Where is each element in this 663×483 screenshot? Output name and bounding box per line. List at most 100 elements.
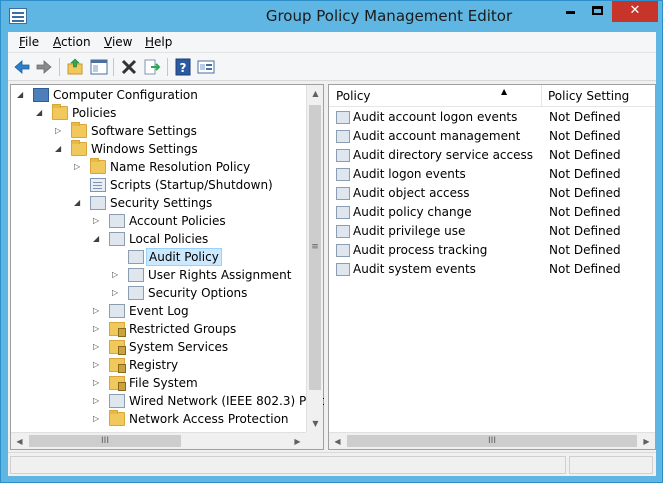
tree-item-label: Scripts (Startup/Shutdown) <box>110 178 273 192</box>
computer-icon <box>33 88 49 102</box>
policy-setting-value: Not Defined <box>549 224 621 238</box>
tree-item-label: File System <box>129 376 198 390</box>
policy-name: Audit policy change <box>353 205 472 219</box>
collapse-icon[interactable]: ◢ <box>74 199 82 207</box>
policy-icon <box>109 232 125 246</box>
menu-view[interactable]: View <box>104 35 132 49</box>
scroll-up-arrow-icon[interactable]: ▲ <box>307 85 324 102</box>
list-item[interactable]: Audit system events Not Defined <box>329 260 655 279</box>
collapse-icon[interactable]: ◢ <box>36 109 44 117</box>
tree-item-label: User Rights Assignment <box>148 268 292 282</box>
expand-icon[interactable]: ▷ <box>93 307 101 315</box>
list-item[interactable]: Audit privilege use Not Defined <box>329 222 655 241</box>
policy-icon <box>109 304 125 318</box>
list-item[interactable]: Audit account logon events Not Defined <box>329 108 655 127</box>
show-hide-console-tree-button[interactable] <box>89 57 109 77</box>
console-tree[interactable]: ◢ Computer Configuration ◢ Policies ▷ So… <box>10 84 337 450</box>
policy-setting-value: Not Defined <box>549 243 621 257</box>
tree-item-label: Software Settings <box>91 124 197 138</box>
properties-button[interactable] <box>196 57 216 77</box>
tree-item-label: Restricted Groups <box>129 322 237 336</box>
list-item[interactable]: Audit object access Not Defined <box>329 184 655 203</box>
back-button[interactable] <box>12 57 32 77</box>
scroll-grip-icon: ≡ <box>311 242 319 252</box>
expand-icon[interactable]: ▷ <box>93 325 101 333</box>
tree-scroll-thumb[interactable]: ≡ <box>309 105 321 390</box>
policy-setting-value: Not Defined <box>549 205 621 219</box>
export-list-button[interactable] <box>142 57 162 77</box>
tree-item-label: Registry <box>129 358 179 372</box>
results-pane[interactable]: Policy ▲ Policy Setting Audit account lo… <box>328 84 656 450</box>
collapse-icon[interactable]: ◢ <box>17 91 25 99</box>
expand-icon[interactable]: ▷ <box>112 271 120 279</box>
expand-icon[interactable]: ▷ <box>74 163 82 171</box>
column-header-policy[interactable]: Policy <box>336 89 371 103</box>
policy-icon <box>128 286 144 300</box>
minimize-icon <box>566 11 575 14</box>
close-button[interactable]: ✕ <box>612 1 658 22</box>
expand-icon[interactable]: ▷ <box>55 127 63 135</box>
column-divider[interactable] <box>541 85 542 107</box>
policy-name: Audit directory service access <box>353 148 534 162</box>
properties-icon <box>197 60 215 74</box>
scroll-down-arrow-icon[interactable]: ▼ <box>307 415 324 432</box>
scroll-left-arrow-icon[interactable]: ◀ <box>11 433 28 450</box>
list-item[interactable]: Audit policy change Not Defined <box>329 203 655 222</box>
up-one-level-button[interactable] <box>65 57 85 77</box>
tree-item-label: Windows Settings <box>91 142 198 156</box>
scroll-right-arrow-icon[interactable]: ▶ <box>289 433 306 450</box>
locked-folder-icon <box>109 358 126 373</box>
menu-file[interactable]: File <box>19 35 39 49</box>
tree-hscroll-thumb[interactable]: III <box>29 435 181 447</box>
expand-icon[interactable]: ▷ <box>93 361 101 369</box>
folder-icon <box>90 158 106 174</box>
expand-icon[interactable]: ▷ <box>93 397 101 405</box>
expand-icon[interactable]: ▷ <box>112 289 120 297</box>
tree-item-label: Security Options <box>148 286 248 300</box>
policy-setting-icon <box>336 168 350 181</box>
title-bar[interactable]: Group Policy Management Editor ✕ <box>1 1 662 32</box>
minimize-button[interactable] <box>557 1 584 22</box>
forward-button[interactable] <box>34 57 54 77</box>
policy-name: Audit system events <box>353 262 476 276</box>
list-hscroll-thumb[interactable]: III <box>347 435 637 447</box>
list-header: Policy ▲ Policy Setting <box>329 85 655 107</box>
maximize-button[interactable] <box>584 1 611 22</box>
list-horizontal-scrollbar[interactable]: ◀ III ▶ <box>329 432 655 449</box>
menu-action-mnemonic: A <box>53 35 61 49</box>
policy-icon <box>128 250 144 264</box>
policy-setting-icon <box>336 263 350 276</box>
tree-horizontal-scrollbar[interactable]: ◀ III ▶ <box>11 432 323 449</box>
list-item[interactable]: Audit directory service access Not Define… <box>329 146 655 165</box>
menu-action-rest: ction <box>61 35 91 49</box>
list-item[interactable]: Audit logon events Not Defined <box>329 165 655 184</box>
expand-icon[interactable]: ▷ <box>93 343 101 351</box>
svg-text:?: ? <box>180 61 187 75</box>
delete-button[interactable] <box>119 57 139 77</box>
menu-file-rest: ile <box>25 35 40 49</box>
tree-vertical-scrollbar[interactable]: ▲ ≡ ▼ <box>306 85 323 432</box>
scroll-left-arrow-icon[interactable]: ◀ <box>329 433 346 450</box>
collapse-icon[interactable]: ◢ <box>93 235 101 243</box>
expand-icon[interactable]: ▷ <box>93 415 101 423</box>
tree-item-label: Account Policies <box>129 214 226 228</box>
help-button[interactable]: ? <box>173 57 193 77</box>
column-header-policy-setting[interactable]: Policy Setting <box>548 89 629 103</box>
expand-icon[interactable]: ▷ <box>93 217 101 225</box>
back-arrow-icon <box>14 60 30 74</box>
scroll-right-arrow-icon[interactable]: ▶ <box>638 433 655 450</box>
policy-name: Audit account management <box>353 129 521 143</box>
menu-help[interactable]: Help <box>145 35 172 49</box>
tree-item-label: Security Settings <box>110 196 213 210</box>
expand-icon[interactable]: ▷ <box>93 379 101 387</box>
show-hide-console-tree-icon <box>90 59 108 75</box>
menu-help-rest: elp <box>154 35 173 49</box>
menu-action[interactable]: Action <box>53 35 91 49</box>
sort-ascending-icon: ▲ <box>501 87 508 96</box>
scroll-corner <box>306 432 323 449</box>
list-item[interactable]: Audit process tracking Not Defined <box>329 241 655 260</box>
menu-view-mnemonic: V <box>104 35 112 49</box>
collapse-icon[interactable]: ◢ <box>55 145 63 153</box>
list-item[interactable]: Audit account management Not Defined <box>329 127 655 146</box>
app-window: Group Policy Management Editor ✕ File Ac… <box>0 0 663 483</box>
